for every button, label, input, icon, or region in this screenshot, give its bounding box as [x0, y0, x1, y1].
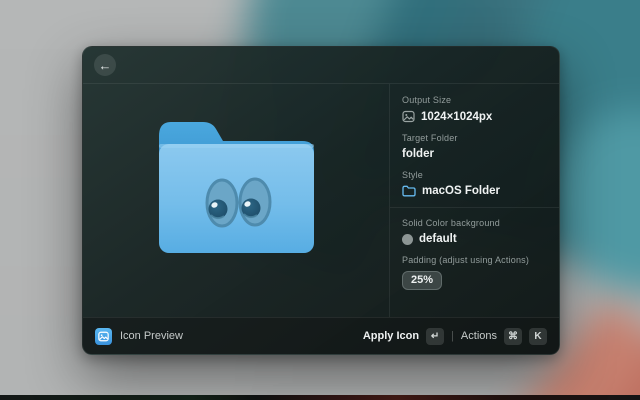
footer-separator: | [451, 330, 454, 342]
settings-sidebar: Output Size 1024×1024px Target Folder fo… [389, 84, 559, 317]
icon-preview-window: ← [82, 46, 560, 355]
target-folder-value: folder [402, 148, 434, 160]
back-button[interactable]: ← [94, 54, 116, 76]
target-folder-value-row[interactable]: folder [402, 148, 547, 160]
style-value: macOS Folder [422, 185, 500, 197]
k-key-badge: K [529, 328, 547, 345]
actions-button[interactable]: Actions [461, 330, 497, 342]
command-key-badge: ⌘ [504, 328, 522, 345]
output-size-label: Output Size [402, 95, 547, 105]
footer-app-name: Icon Preview [120, 330, 183, 342]
style-value-row[interactable]: macOS Folder [402, 185, 547, 197]
output-size-value: 1024×1024px [421, 111, 492, 123]
padding-value-badge[interactable]: 25% [402, 271, 442, 290]
background-label: Solid Color background [402, 218, 547, 228]
image-icon [402, 110, 415, 123]
footer-bar: Icon Preview Apply Icon ↵ | Actions ⌘ K [83, 317, 559, 354]
style-label: Style [402, 170, 547, 180]
sidebar-divider [390, 207, 559, 208]
apply-icon-button[interactable]: Apply Icon [363, 330, 419, 342]
folder-with-eyes-image [155, 120, 318, 255]
icon-preview-pane [83, 84, 389, 317]
circle-swatch-icon [402, 234, 413, 245]
folder-icon [402, 185, 416, 197]
back-arrow-icon: ← [99, 59, 112, 72]
footer-actions: Apply Icon ↵ | Actions ⌘ K [363, 328, 547, 345]
image-icon [98, 331, 109, 342]
background-value-row[interactable]: default [402, 233, 547, 245]
return-key-badge: ↵ [426, 328, 444, 345]
window-main: Output Size 1024×1024px Target Folder fo… [83, 84, 559, 317]
window-header: ← [83, 47, 559, 84]
folder-preview [155, 120, 318, 255]
wallpaper-bottom-edge [0, 395, 640, 400]
background-value: default [419, 233, 457, 245]
icon-preview-app-icon [95, 328, 112, 345]
target-folder-label: Target Folder [402, 133, 547, 143]
output-size-value-row[interactable]: 1024×1024px [402, 110, 547, 123]
padding-label: Padding (adjust using Actions) [402, 255, 547, 265]
